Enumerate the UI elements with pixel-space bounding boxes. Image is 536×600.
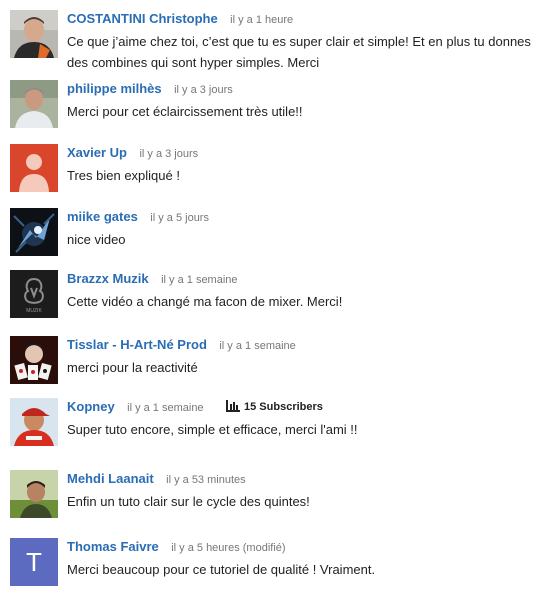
default-user-avatar-icon[interactable]	[10, 144, 58, 192]
letter-avatar[interactable]: T	[10, 538, 58, 586]
comment-timestamp[interactable]: il y a 1 semaine	[219, 340, 295, 352]
avatar[interactable]	[10, 398, 58, 446]
comment-timestamp[interactable]: il y a 3 jours	[174, 84, 233, 96]
muzik-logo-text: MUZIK	[26, 308, 42, 314]
comment-author-link[interactable]: Thomas Faivre	[67, 539, 159, 554]
comment-text: Super tuto encore, simple et efficace, m…	[67, 422, 358, 437]
avatar[interactable]	[10, 208, 58, 256]
comment-timestamp[interactable]: il y a 3 jours	[139, 148, 198, 160]
comment-timestamp[interactable]: il y a 53 minutes	[166, 474, 245, 486]
comment-author-link[interactable]: Mehdi Laanait	[67, 471, 154, 486]
comment-author-link[interactable]: Tisslar - H-Art-Né Prod	[67, 337, 207, 352]
comment-text: nice video	[67, 232, 126, 247]
comment-author-link[interactable]: Brazzx Muzik	[67, 271, 149, 286]
comment-author-link[interactable]: miike gates	[67, 209, 138, 224]
avatar[interactable]	[10, 80, 58, 128]
comment-timestamp[interactable]: il y a 1 semaine	[161, 274, 237, 286]
comment-author-link[interactable]: Kopney	[67, 399, 115, 414]
comment-text: Cette vidéo a changé ma facon de mixer. …	[67, 294, 343, 309]
comment-text: Tres bien expliqué !	[67, 168, 180, 183]
comment-timestamp[interactable]: il y a 5 heures (modifié)	[171, 542, 285, 554]
comment-text: Merci beaucoup pour ce tutoriel de quali…	[67, 562, 376, 577]
comment-text: Enfin un tuto clair sur le cycle des qui…	[67, 494, 310, 509]
comment-timestamp[interactable]: il y a 1 semaine	[127, 402, 203, 414]
comment-author-link[interactable]: COSTANTINI Christophe	[67, 11, 218, 26]
comment-text: merci pour la reactivité	[67, 360, 198, 375]
comment-author-link[interactable]: philippe milhès	[67, 81, 162, 96]
comment-timestamp[interactable]: il y a 5 jours	[150, 212, 209, 224]
avatar[interactable]: MUZIK	[10, 270, 58, 318]
comment-timestamp[interactable]: il y a 1 heure	[230, 14, 293, 26]
comment-text: Merci pour cet éclaircissement très util…	[67, 104, 303, 119]
comment-text: Ce que j’aime chez toi, c’est que tu es …	[67, 34, 531, 70]
avatar[interactable]	[10, 336, 58, 384]
comment-author-link[interactable]: Xavier Up	[67, 145, 127, 160]
bar-chart-icon	[226, 400, 241, 412]
subscriber-count-label: 15 Subscribers	[244, 401, 323, 413]
avatar[interactable]	[10, 10, 58, 58]
subscriber-count: 15 Subscribers	[226, 398, 323, 416]
letter-avatar-initial: T	[10, 538, 58, 586]
avatar[interactable]	[10, 470, 58, 518]
